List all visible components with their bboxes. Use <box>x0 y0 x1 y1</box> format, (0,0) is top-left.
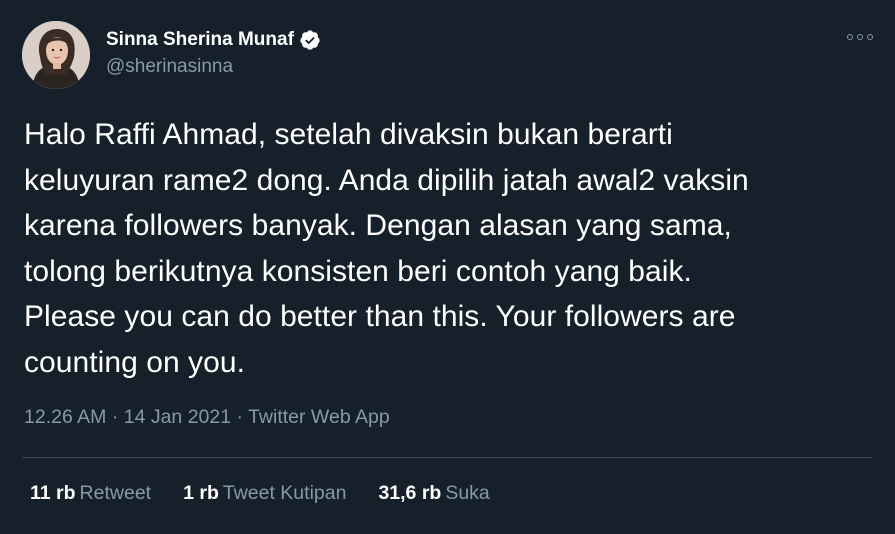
more-options-icon[interactable] <box>847 28 873 46</box>
avatar[interactable] <box>22 21 90 89</box>
likes-count: 31,6 rb <box>378 482 442 504</box>
tweet-header: Sinna Sherina Munaf @sherinasinna <box>22 20 321 90</box>
tweet-meta: 12.26 AM · 14 Jan 2021 · Twitter Web App <box>24 406 390 429</box>
tweet-text-line: Halo Raffi Ahmad, setelah divaksin bukan… <box>24 118 673 151</box>
likes-stat[interactable]: 31,6 rb Suka <box>378 482 489 505</box>
more-dot <box>847 34 853 40</box>
tweet-stats: 11 rb Retweet 1 rb Tweet Kutipan 31,6 rb Su… <box>30 482 522 505</box>
tweet-text-line: Please you can do better than this. Your… <box>24 300 736 333</box>
tweet-card: Sinna Sherina Munaf @sherinasinna Halo R… <box>0 0 895 534</box>
author-display-name[interactable]: Sinna Sherina Munaf <box>106 29 294 51</box>
avatar-image <box>22 21 90 89</box>
verified-badge-icon <box>299 29 321 51</box>
retweets-label: Retweet <box>79 482 152 504</box>
tweet-text-line: keluyuran rame2 dong. Anda dipilih jatah… <box>24 163 749 197</box>
meta-separator: · <box>236 406 249 428</box>
tweet-text-line: karena followers banyak. Dengan alasan y… <box>24 209 732 242</box>
name-row: Sinna Sherina Munaf <box>106 27 321 53</box>
quote-tweets-count: 1 rb <box>183 482 219 504</box>
likes-label: Suka <box>445 482 490 504</box>
quote-tweets-stat[interactable]: 1 rb Tweet Kutipan <box>183 482 346 505</box>
tweet-source[interactable]: Twitter Web App <box>248 406 390 428</box>
tweet-text: Halo Raffi Ahmad, setelah divaksin bukan… <box>24 112 874 385</box>
author-handle[interactable]: @sherinasinna <box>106 56 321 78</box>
author-names: Sinna Sherina Munaf @sherinasinna <box>106 27 321 78</box>
divider <box>22 457 873 458</box>
meta-separator: · <box>111 406 124 428</box>
retweets-stat[interactable]: 11 rb Retweet <box>30 482 151 505</box>
tweet-date[interactable]: 14 Jan 2021 <box>124 406 231 428</box>
quote-tweets-label: Tweet Kutipan <box>222 482 347 504</box>
tweet-time[interactable]: 12.26 AM <box>24 406 106 428</box>
tweet-text-line: counting on you. <box>24 345 245 379</box>
tweet-text-line: tolong berikutnya konsisten beri contoh … <box>24 254 692 288</box>
more-dot <box>857 34 863 40</box>
retweets-count: 11 rb <box>30 482 76 504</box>
more-dot <box>867 34 873 40</box>
